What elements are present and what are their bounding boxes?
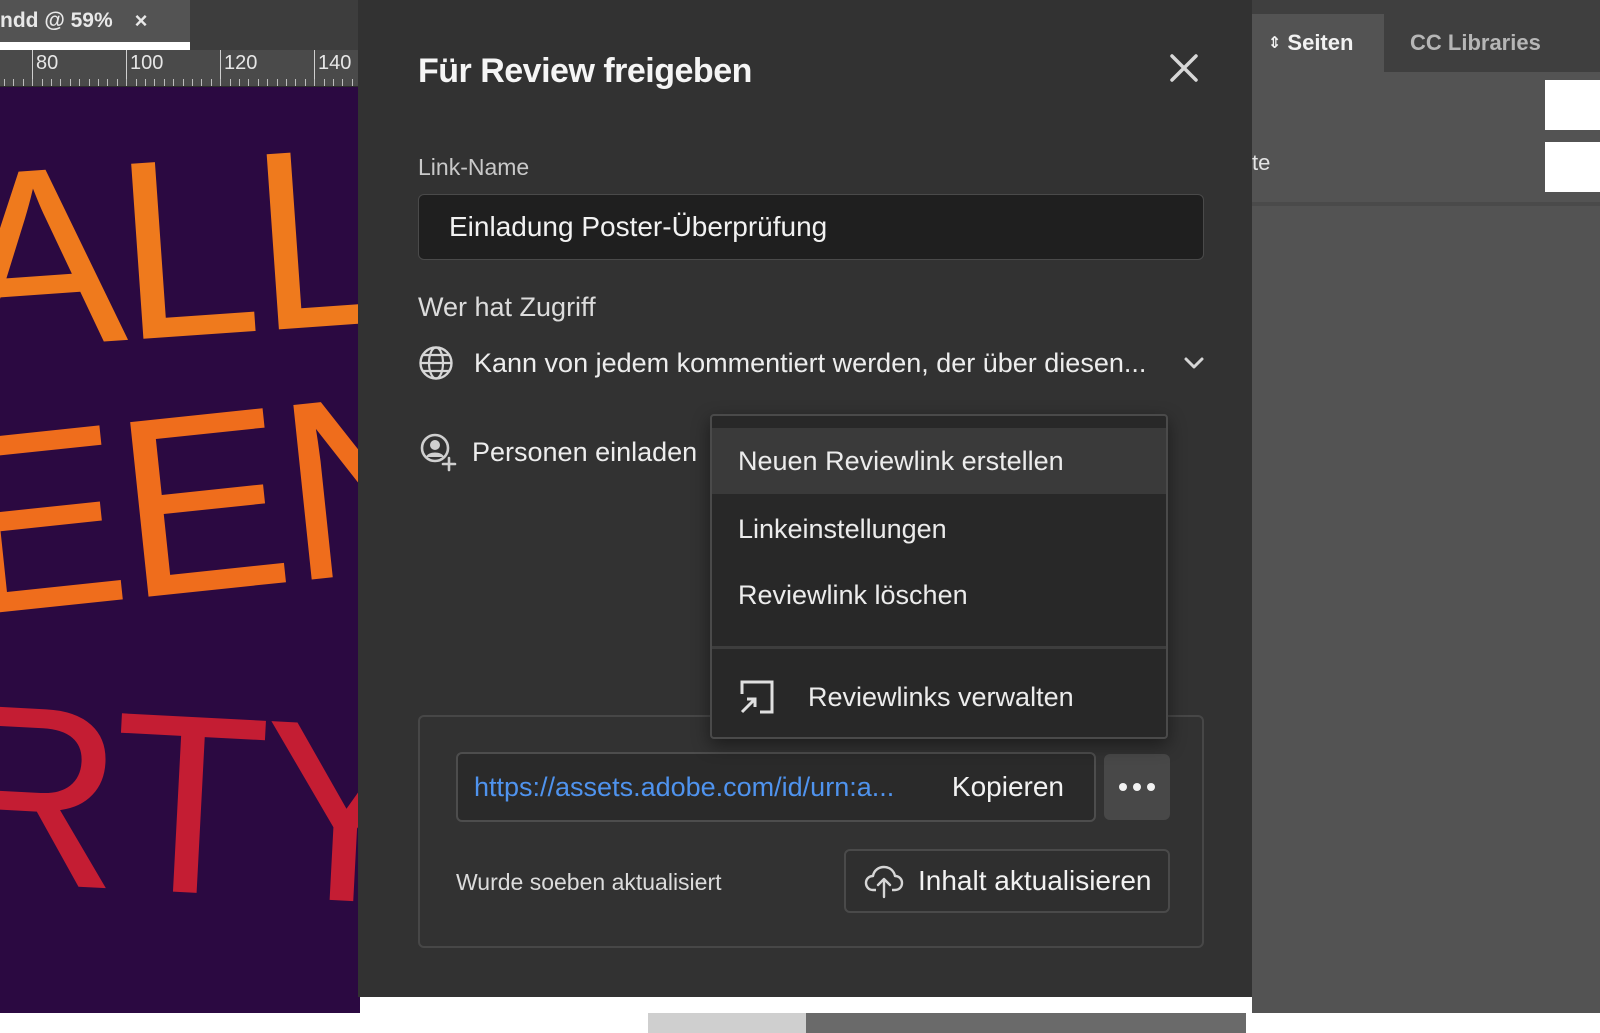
ruler-minor-tick (277, 79, 278, 86)
link-name-value: Einladung Poster-Überprüfung (449, 211, 828, 242)
invite-people-button[interactable]: Personen einladen (418, 432, 697, 472)
panel-divider (1252, 202, 1600, 206)
globe-icon (419, 346, 453, 380)
ruler-minor-tick (98, 79, 99, 86)
update-content-label: Inhalt aktualisieren (918, 865, 1152, 896)
add-person-icon (420, 433, 457, 472)
menu-item-manage-links[interactable]: Reviewlinks verwalten (712, 664, 1166, 730)
horizontal-scrollbar-thumb[interactable] (648, 1013, 806, 1033)
close-tab-icon[interactable]: × (135, 8, 148, 34)
ruler-minor-tick (324, 79, 325, 86)
up-down-icon: ⇕ (1268, 35, 1282, 52)
review-link-menu: Neuen Reviewlink erstellen Linkeinstellu… (710, 414, 1168, 739)
ruler-minor-tick (201, 79, 202, 86)
panel-tab-bar: ⇕ Seiten CC Libraries (1252, 0, 1600, 72)
menu-item-label: Linkeinstellungen (738, 513, 947, 544)
ruler-label: 140 (318, 52, 352, 74)
tab-label: Seiten (1287, 30, 1354, 55)
ruler-minor-tick (230, 79, 231, 86)
ruler-minor-tick (173, 79, 174, 86)
ruler-minor-tick (89, 79, 90, 86)
more-icon (1147, 783, 1155, 791)
ruler-minor-tick (60, 79, 61, 86)
tab-cc-libraries[interactable]: CC Libraries (1392, 14, 1552, 72)
ruler-minor-tick (32, 79, 33, 86)
ruler-minor-tick (286, 79, 287, 86)
dialog-title: Für Review freigeben (418, 52, 752, 90)
ruler-label: 100 (130, 52, 164, 74)
update-content-button[interactable]: Inhalt aktualisieren (844, 849, 1170, 913)
ruler-minor-tick (239, 79, 240, 86)
ruler-minor-tick (267, 79, 268, 86)
menu-item-label: Reviewlink löschen (738, 579, 968, 610)
menu-item-label: Reviewlinks verwalten (808, 681, 1074, 712)
link-name-input[interactable]: Einladung Poster-Überprüfung (418, 194, 1204, 260)
ruler-minor-tick (220, 79, 221, 86)
ruler-minor-tick (107, 79, 108, 86)
ruler-minor-tick (136, 79, 137, 86)
ruler-minor-tick (13, 79, 14, 86)
page-thumbnail[interactable] (1545, 80, 1600, 130)
ruler-minor-tick (164, 79, 165, 86)
document-canvas[interactable]: ALLO EEN RTY (0, 87, 360, 1017)
ruler-minor-tick (314, 79, 315, 86)
ruler-label: 120 (224, 52, 258, 74)
ruler-minor-tick (333, 79, 334, 86)
invite-label: Personen einladen (472, 436, 698, 467)
ruler-minor-tick (4, 79, 5, 86)
menu-item-delete-link[interactable]: Reviewlink löschen (712, 562, 1166, 628)
more-icon (1119, 783, 1127, 791)
horizontal-scrollbar-track[interactable] (806, 1013, 1246, 1033)
ruler-minor-tick (23, 79, 24, 86)
ruler-minor-tick (352, 79, 353, 86)
cloud-upload-icon (864, 865, 904, 899)
poster-text-line: ALLO (0, 87, 360, 407)
ruler-minor-tick (51, 79, 52, 86)
tab-label: CC Libraries (1410, 30, 1541, 55)
close-icon[interactable] (1166, 50, 1202, 86)
ruler-minor-tick (70, 79, 71, 86)
ruler-minor-tick (248, 79, 249, 86)
ruler-minor-tick (258, 79, 259, 86)
ruler-minor-tick (42, 79, 43, 86)
review-link-url[interactable]: https://assets.adobe.com/id/urn:a... (474, 772, 952, 803)
update-status: Wurde soeben aktualisiert (456, 869, 722, 895)
menu-item-link-settings[interactable]: Linkeinstellungen (712, 496, 1166, 562)
ruler-minor-tick (79, 79, 80, 86)
link-name-label: Link-Name (418, 154, 530, 180)
ruler-minor-tick (342, 79, 343, 86)
more-options-button[interactable] (1104, 754, 1170, 820)
page-thumbnail[interactable] (1545, 142, 1600, 192)
ruler-minor-tick (192, 79, 193, 86)
document-tab[interactable]: ndd @ 59% × (0, 0, 190, 42)
access-value: Kann von jedem kommentiert werden, der ü… (474, 347, 1147, 378)
ruler-minor-tick (145, 79, 146, 86)
panel-partial-text: te (1252, 150, 1271, 175)
access-dropdown[interactable]: Kann von jedem kommentiert werden, der ü… (418, 340, 1208, 386)
document-tab-title: ndd @ 59% (0, 9, 113, 32)
poster-text-line: EEN (0, 334, 360, 671)
ruler-minor-tick (211, 79, 212, 86)
ruler-label: 80 (36, 52, 59, 74)
ruler-minor-tick (305, 79, 306, 86)
ruler-minor-tick (183, 79, 184, 86)
access-heading: Wer hat Zugriff (418, 292, 596, 322)
horizontal-ruler: 80 100 120 140 (0, 50, 360, 87)
more-icon (1133, 783, 1141, 791)
tab-seiten[interactable]: ⇕ Seiten (1252, 14, 1384, 72)
tab-strip (190, 0, 360, 50)
copy-button[interactable]: Kopieren (952, 771, 1064, 803)
poster-text-line: RTY (0, 649, 360, 960)
open-external-icon (740, 680, 774, 714)
ruler-minor-tick (126, 79, 127, 86)
ruler-minor-tick (154, 79, 155, 86)
menu-item-create-link[interactable]: Neuen Reviewlink erstellen (712, 428, 1166, 494)
review-link-box: https://assets.adobe.com/id/urn:a... Kop… (418, 715, 1204, 948)
menu-item-label: Neuen Reviewlink erstellen (738, 445, 1064, 476)
review-link-field: https://assets.adobe.com/id/urn:a... Kop… (456, 752, 1096, 822)
ruler-minor-tick (117, 79, 118, 86)
menu-divider (712, 646, 1166, 649)
chevron-down-icon (1184, 357, 1204, 369)
ruler-minor-tick (295, 79, 296, 86)
